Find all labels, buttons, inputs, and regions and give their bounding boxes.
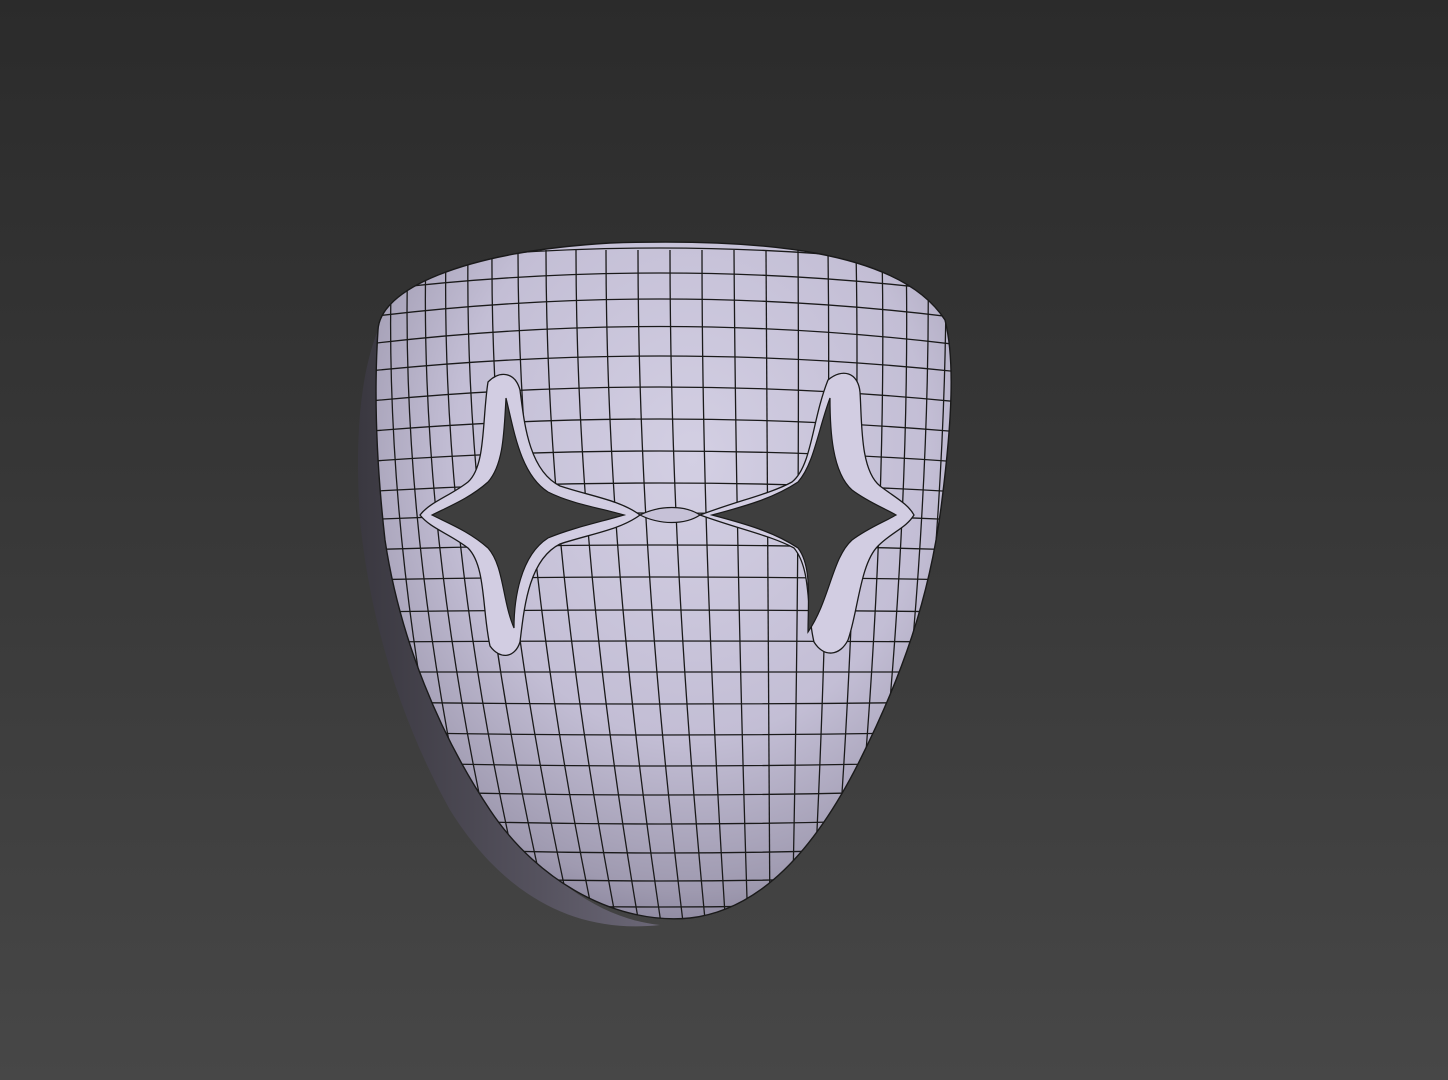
3d-viewport[interactable] bbox=[0, 0, 1448, 1080]
mask-face bbox=[375, 241, 952, 920]
mask-scene bbox=[358, 241, 952, 927]
